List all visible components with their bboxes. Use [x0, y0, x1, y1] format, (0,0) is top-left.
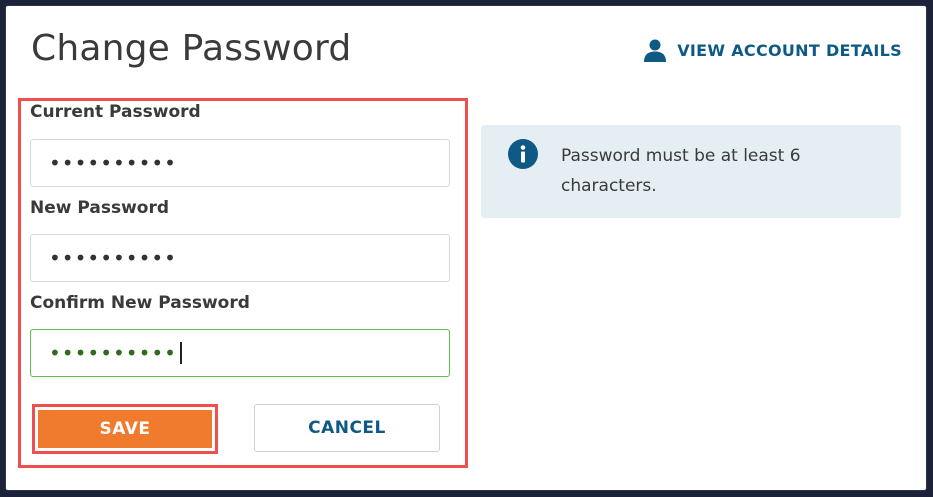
current-password-label: Current Password — [30, 102, 201, 122]
confirm-password-value: •••••••••• — [49, 341, 177, 365]
info-text: Password must be at least 6 characters. — [561, 146, 801, 196]
user-icon — [643, 38, 667, 62]
text-cursor — [179, 342, 182, 364]
change-password-panel: Change Password VIEW ACCOUNT DETAILS Cur… — [6, 6, 926, 490]
new-password-field[interactable]: •••••••••• — [30, 234, 450, 282]
password-requirements-notice: Password must be at least 6 characters. — [481, 125, 901, 218]
page-title: Change Password — [31, 28, 352, 69]
confirm-password-field[interactable]: •••••••••• — [30, 329, 450, 377]
current-password-field[interactable]: •••••••••• — [30, 139, 450, 187]
current-password-value: •••••••••• — [49, 151, 177, 175]
confirm-password-label: Confirm New Password — [30, 293, 250, 313]
info-icon — [508, 139, 538, 173]
view-account-details-link[interactable]: VIEW ACCOUNT DETAILS — [643, 38, 902, 62]
cancel-button[interactable]: CANCEL — [254, 404, 440, 452]
new-password-label: New Password — [30, 198, 170, 218]
new-password-value: •••••••••• — [49, 246, 177, 270]
save-button-highlight: SAVE — [32, 404, 218, 454]
save-button[interactable]: SAVE — [38, 410, 212, 448]
view-account-details-label: VIEW ACCOUNT DETAILS — [677, 40, 902, 60]
